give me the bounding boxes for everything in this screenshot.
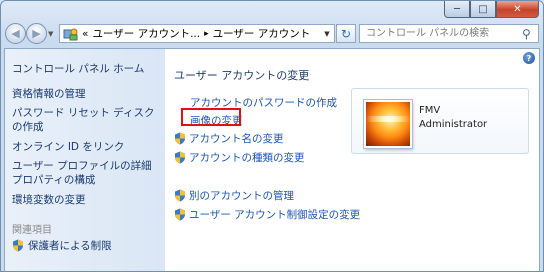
highlight-box [181,108,241,126]
sidebar: コントロール パネル ホーム 資格情報の管理 パスワード リセット ディスク の… [5,49,165,271]
shield-icon [175,151,185,164]
search-icon[interactable]: ⚲ [522,27,538,41]
breadcrumb-user-accounts-parent[interactable]: ユーザー アカウント... [92,26,200,41]
back-button[interactable]: ◀ [5,23,26,44]
uac-settings-task[interactable]: ユーザー アカウント制御設定の変更 [174,207,360,222]
change-account-type-task[interactable]: アカウントの種類の変更 [174,150,305,165]
help-icon[interactable]: ? [523,52,535,64]
close-button[interactable]: ✕ [496,1,539,18]
breadcrumb-overflow[interactable]: « [82,28,88,40]
content-area: コントロール パネル ホーム 資格情報の管理 パスワード リセット ディスク の… [4,48,540,271]
window-controls: ─ □ ✕ [444,1,539,18]
refresh-button[interactable]: ↻ [336,24,356,43]
user-role: Administrator [419,119,488,130]
shield-icon [175,189,185,202]
sidebar-item-password-reset-disk[interactable]: パスワード リセット ディスク [12,106,154,120]
sidebar-item-parental-controls[interactable]: 保護者による制限 [12,238,112,253]
breadcrumb-separator-icon[interactable]: ▸ [204,29,209,39]
manage-another-account-task[interactable]: 別のアカウントの管理 [174,188,294,203]
minimize-button[interactable]: ─ [444,1,470,18]
control-panel-home-link[interactable]: コントロール パネル ホーム [12,61,144,76]
address-bar[interactable]: « ユーザー アカウント... ▸ ユーザー アカウント ▼ [59,24,335,43]
manage-another-account-link[interactable]: 別のアカウントの管理 [189,188,294,203]
search-box[interactable]: ⚲ [359,24,539,43]
shield-icon [175,132,185,145]
maximize-button[interactable]: □ [470,1,496,18]
related-heading: 関連項目 [12,225,52,236]
change-account-type-link[interactable]: アカウントの種類の変更 [189,150,305,165]
breadcrumb-user-accounts[interactable]: ユーザー アカウント [213,26,311,41]
sidebar-item-advanced-profile-cont[interactable]: プロパティの構成 [12,173,95,187]
sidebar-item-advanced-profile[interactable]: ユーザー プロファイルの詳細 [12,159,152,173]
user-account-card: FMV Administrator [351,88,529,154]
user-avatar [364,100,412,148]
sidebar-item-password-reset-disk-cont[interactable]: の作成 [12,120,44,134]
user-name: FMV [419,105,441,116]
shield-icon [13,239,23,252]
sidebar-item-link-online-id[interactable]: オンライン ID をリンク [12,140,124,154]
navigation-bar: ◀ ▶ ▼ « ユーザー アカウント... ▸ ユーザー アカウント ▼ ↻ ⚲ [1,21,543,47]
back-arrow-icon: ◀ [11,27,20,40]
parental-controls-label: 保護者による制限 [28,240,112,252]
refresh-icon: ↻ [340,26,352,41]
recent-pages-dropdown[interactable]: ▼ [48,30,53,38]
forward-arrow-icon: ▶ [32,27,41,40]
uac-settings-link[interactable]: ユーザー アカウント制御設定の変更 [189,207,360,222]
address-dropdown-icon[interactable]: ▼ [320,30,334,38]
change-account-name-link[interactable]: アカウント名の変更 [189,131,284,146]
sidebar-item-manage-credentials[interactable]: 資格情報の管理 [12,87,86,101]
page-title: ユーザー アカウントの変更 [174,69,310,82]
shield-icon [175,208,185,221]
forward-button[interactable]: ▶ [26,23,47,44]
change-account-name-task[interactable]: アカウント名の変更 [174,131,284,146]
sidebar-item-environment-variables[interactable]: 環境変数の変更 [12,193,86,207]
search-input[interactable] [360,27,522,40]
control-panel-window: ─ □ ✕ ◀ ▶ ▼ « ユーザー アカウント... ▸ ユーザー アカウント… [0,0,544,272]
control-panel-icon [63,28,78,40]
